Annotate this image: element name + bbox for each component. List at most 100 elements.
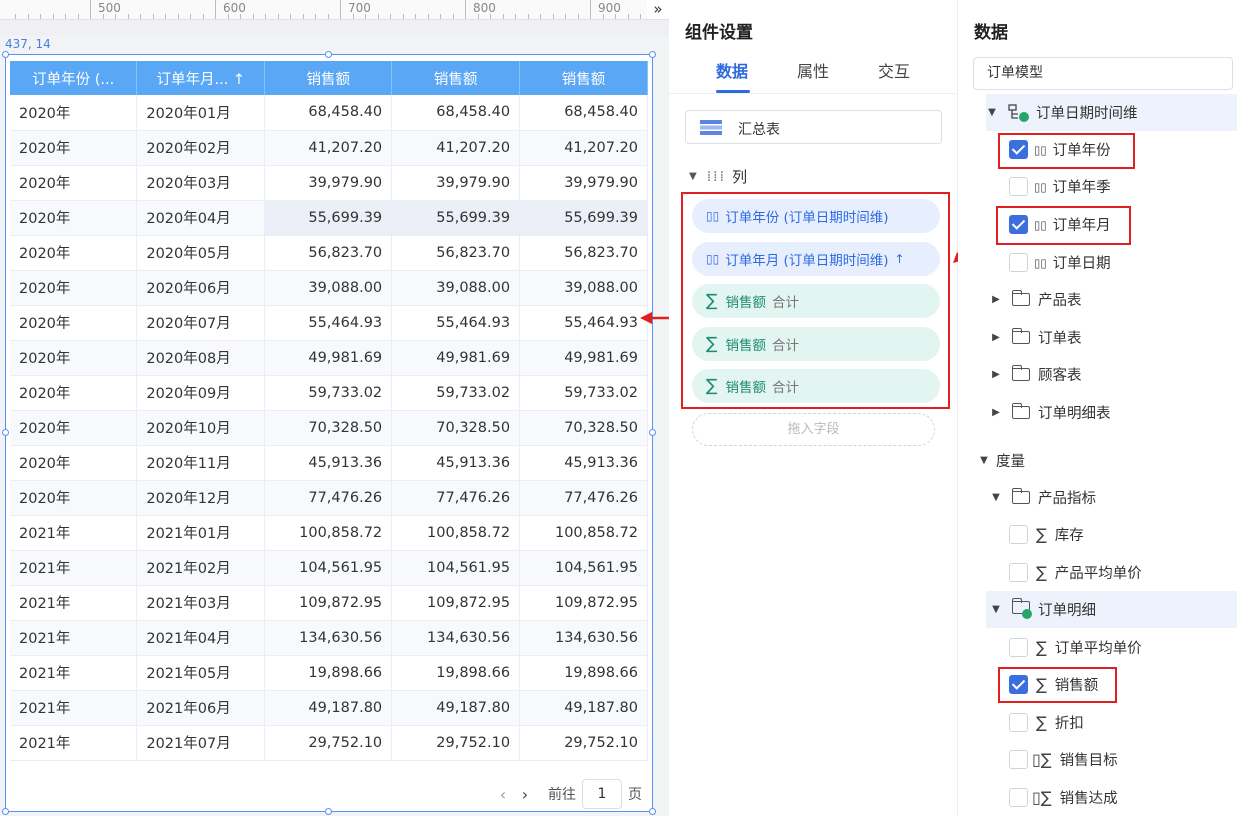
tree-label: 销售额 — [1054, 678, 1099, 694]
column-field-sales[interactable]: ∑ 销售额 合计 — [692, 284, 940, 318]
table-row: 2020年 2020年01月 68,458.40 68,458.40 68,458.40 — [10, 95, 648, 131]
design-canvas[interactable]: 500 600 700 800 900 » 437, 14 订单年份 (... 订… — [0, 0, 686, 816]
dimension-field-icon: ▯▯ — [706, 209, 720, 223]
resize-handle[interactable] — [649, 808, 656, 815]
field-order-year[interactable]: ▯▯ 订单年份 — [958, 131, 1237, 168]
tab-interaction[interactable]: 交互 — [878, 58, 910, 82]
resize-handle[interactable] — [649, 51, 656, 58]
table-cell: 2020年05月 — [136, 235, 266, 271]
table-cell: 41,207.20 — [391, 130, 521, 166]
tab-properties[interactable]: 属性 — [797, 58, 829, 82]
column-header[interactable]: 订单年份 (... — [10, 61, 138, 95]
field-order-date[interactable]: ▯▯ 订单日期 — [958, 244, 1237, 281]
tree-label: 顾客表 — [1038, 368, 1082, 384]
table-cell: 55,699.39 — [264, 200, 393, 236]
checkbox[interactable] — [1009, 788, 1028, 807]
checkbox[interactable] — [1009, 713, 1028, 732]
table-cell: 104,561.95 — [391, 550, 521, 586]
model-selector[interactable]: 订单模型 — [973, 57, 1233, 90]
tree-group-measures[interactable]: ▼ 度量 — [958, 442, 1237, 479]
page-number-input[interactable]: 1 — [582, 779, 622, 809]
column-header[interactable]: 销售额 — [519, 61, 648, 95]
table-cell: 2020年 — [10, 305, 138, 341]
table-cell: 134,630.56 — [391, 620, 521, 656]
column-field-sales[interactable]: ∑ 销售额 合计 — [692, 369, 940, 403]
table-cell: 134,630.56 — [519, 620, 648, 656]
table-cell: 70,328.50 — [519, 410, 648, 446]
summary-table-widget[interactable]: 订单年份 (... 订单年月... ↑ 销售额 销售额 销售额 2020年 2020年01… — [2, 51, 656, 815]
checkbox[interactable] — [1009, 253, 1028, 272]
tree-group-date-dim[interactable]: ▼ 订单日期时间维 — [986, 94, 1237, 131]
table-row: 2020年 2020年06月 39,088.00 39,088.00 39,088.00 — [10, 270, 648, 306]
resize-handle[interactable] — [2, 51, 9, 58]
column-field-order-year[interactable]: ▯▯ 订单年份 (订单日期时间维) — [692, 199, 940, 233]
resize-handle[interactable] — [325, 51, 332, 58]
table-row: 2021年 2021年06月 49,187.80 49,187.80 49,187.80 — [10, 690, 648, 726]
field-label: 销售额 — [725, 338, 766, 354]
table-row: 2020年 2020年04月 55,699.39 55,699.39 55,699.39 — [10, 200, 648, 236]
measure-discount[interactable]: ∑ 折扣 — [958, 704, 1237, 741]
next-page-icon[interactable]: › — [514, 785, 536, 804]
tab-data[interactable]: 数据 — [716, 58, 748, 82]
measure-sales-target[interactable]: ▯∑ 销售目标 — [958, 741, 1237, 778]
table-row: 2021年 2021年03月 109,872.95 109,872.95 109,872… — [10, 585, 648, 621]
table-type-selector[interactable]: 汇总表 — [685, 110, 942, 144]
table-cell: 2021年 — [10, 550, 138, 586]
checkbox[interactable] — [1009, 638, 1028, 657]
resize-handle[interactable] — [649, 429, 656, 436]
table-cell: 100,858.72 — [391, 515, 521, 551]
table-row: 2021年 2021年02月 104,561.95 104,561.95 104,561… — [10, 550, 648, 586]
checkbox[interactable] — [1009, 750, 1028, 769]
table-cell: 39,979.90 — [519, 165, 648, 201]
checkbox[interactable] — [1009, 563, 1028, 582]
resize-handle[interactable] — [2, 808, 9, 815]
tree-folder-orders[interactable]: ▶ 订单表 — [958, 319, 1237, 356]
table-cell: 59,733.02 — [264, 375, 393, 411]
measure-avg-product-price[interactable]: ∑ 产品平均单价 — [958, 554, 1237, 591]
chevron-down-icon: ▼ — [988, 107, 996, 118]
panel-title: 组件设置 — [685, 23, 753, 43]
measure-sales[interactable]: ∑ 销售额 — [958, 666, 1237, 703]
column-field-order-month[interactable]: ▯▯ 订单年月 (订单日期时间维) ↑ — [692, 242, 940, 276]
sort-asc-icon[interactable]: ↑ — [895, 252, 905, 266]
table-cell: 2020年12月 — [136, 480, 266, 516]
table-cell: 49,187.80 — [264, 690, 393, 726]
table-cell: 55,464.93 — [391, 305, 521, 341]
ruler-expand-icon[interactable]: » — [647, 0, 669, 19]
ruler-label: 800 — [473, 1, 496, 15]
checkbox-checked[interactable] — [1009, 215, 1028, 234]
prev-page-icon[interactable]: ‹ — [492, 785, 514, 804]
column-field-sales[interactable]: ∑ 销售额 合计 — [692, 327, 940, 361]
tree-folder-order-details[interactable]: ▶ 订单明细表 — [958, 394, 1237, 431]
measure-sales-achievement[interactable]: ▯∑ 销售达成 — [958, 779, 1237, 816]
columns-section-header[interactable]: ▼ ⁞⁞⁞ 列 — [689, 166, 747, 187]
checkbox-checked[interactable] — [1009, 675, 1028, 694]
checkbox-checked[interactable] — [1009, 140, 1028, 159]
field-drop-zone[interactable]: 拖入字段 — [692, 413, 935, 446]
data-table: 订单年份 (... 订单年月... ↑ 销售额 销售额 销售额 2020年 2020年01… — [10, 61, 648, 761]
ruler-label: 600 — [223, 1, 246, 15]
table-cell: 68,458.40 — [391, 95, 521, 131]
table-cell: 55,464.93 — [264, 305, 393, 341]
field-order-month[interactable]: ▯▯ 订单年月 — [958, 206, 1237, 243]
resize-handle[interactable] — [2, 429, 9, 436]
tree-folder-product[interactable]: ▶ 产品表 — [958, 281, 1237, 318]
column-header[interactable]: 销售额 — [391, 61, 521, 95]
column-header[interactable]: 订单年月... ↑ — [136, 61, 266, 95]
field-order-quarter[interactable]: ▯▯ 订单年季 — [958, 168, 1237, 205]
checkbox[interactable] — [1009, 177, 1028, 196]
measure-avg-order-price[interactable]: ∑ 订单平均单价 — [958, 629, 1237, 666]
table-row: 2020年 2020年11月 45,913.36 45,913.36 45,913.36 — [10, 445, 648, 481]
horizontal-ruler: 500 600 700 800 900 » — [0, 0, 669, 20]
column-header[interactable]: 销售额 — [264, 61, 393, 95]
tree-folder-product-metrics[interactable]: ▼ 产品指标 — [958, 479, 1237, 516]
table-row: 2020年 2020年12月 77,476.26 77,476.26 77,476.26 — [10, 480, 648, 516]
resize-handle[interactable] — [325, 808, 332, 815]
table-cell: 56,823.70 — [519, 235, 648, 271]
table-cell: 39,979.90 — [264, 165, 393, 201]
table-cell: 2021年 — [10, 620, 138, 656]
tree-folder-order-detail[interactable]: ▼ 订单明细 — [986, 591, 1237, 628]
checkbox[interactable] — [1009, 525, 1028, 544]
tree-folder-customers[interactable]: ▶ 顾客表 — [958, 356, 1237, 393]
measure-inventory[interactable]: ∑ 库存 — [958, 516, 1237, 553]
